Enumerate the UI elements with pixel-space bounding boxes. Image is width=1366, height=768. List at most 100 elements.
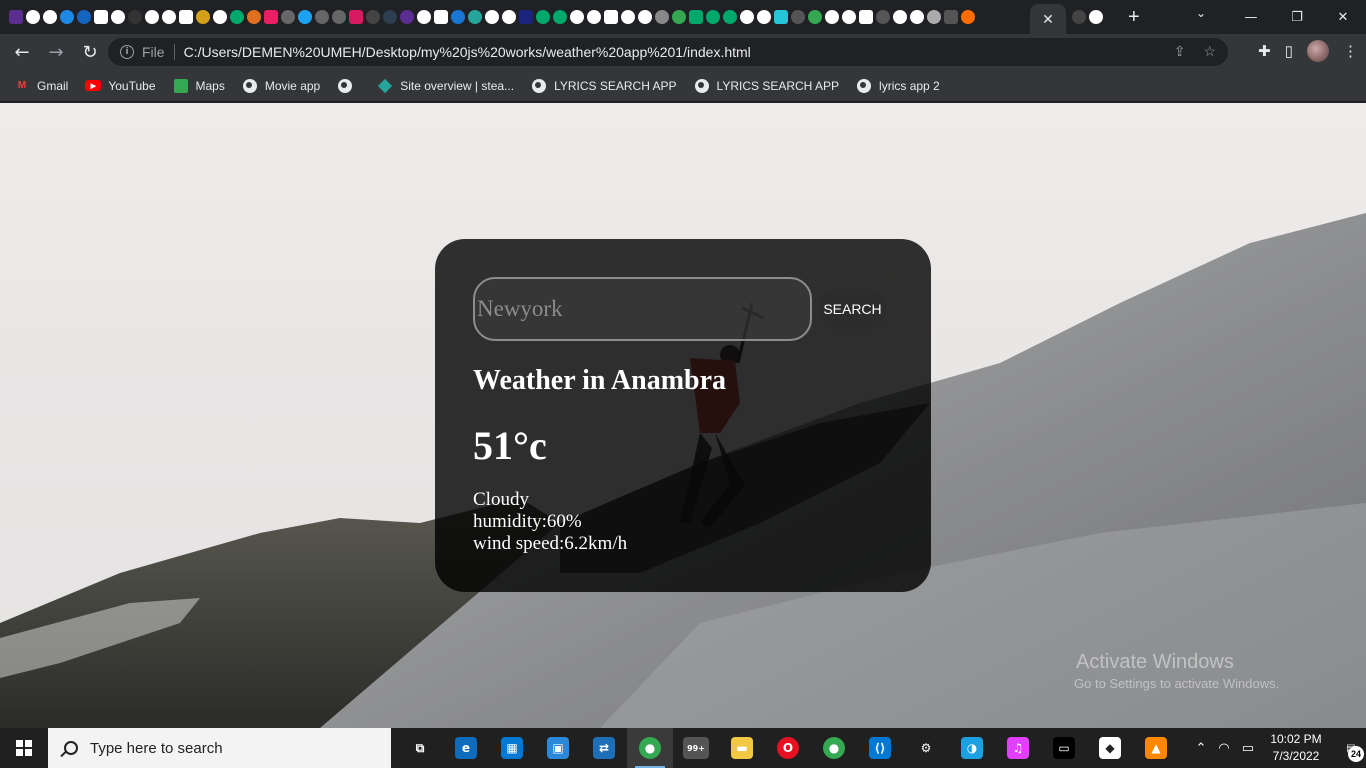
tab-favicon[interactable] (723, 10, 737, 24)
tab-favicon[interactable] (893, 10, 907, 24)
tab-favicon[interactable] (264, 10, 278, 24)
tab-favicon[interactable] (519, 10, 533, 24)
tab-favicon[interactable] (638, 10, 652, 24)
tab-favicon[interactable] (944, 10, 958, 24)
tab-favicon[interactable] (349, 10, 363, 24)
taskbar-app-edge[interactable]: e (443, 728, 489, 768)
tab-favicon[interactable] (808, 10, 822, 24)
tab-favicon[interactable] (655, 10, 669, 24)
taskbar-app-mail-badge[interactable]: 99+ (673, 728, 719, 768)
tab-favicon[interactable] (706, 10, 720, 24)
bookmark-item[interactable]: lyrics app 2 (856, 78, 940, 94)
tab-search-button[interactable]: ⌄ (1196, 6, 1206, 20)
city-search-input[interactable] (473, 277, 812, 341)
tab-favicon[interactable] (587, 10, 601, 24)
taskbar-app-store[interactable]: ▦ (489, 728, 535, 768)
tab-favicon[interactable] (162, 10, 176, 24)
tab-favicon[interactable] (434, 10, 448, 24)
tab-favicon[interactable] (485, 10, 499, 24)
tab-favicon[interactable] (451, 10, 465, 24)
tab-favicon[interactable] (604, 10, 618, 24)
tab-favicon[interactable] (672, 10, 686, 24)
tab-favicon[interactable] (77, 10, 91, 24)
tab-favicon[interactable] (26, 10, 40, 24)
wifi-icon[interactable]: ◠ (1218, 741, 1229, 756)
tab-favicon[interactable] (213, 10, 227, 24)
extensions-icon[interactable]: ✚ (1258, 42, 1271, 60)
menu-icon[interactable]: ⋮ (1343, 42, 1358, 60)
bookmark-item[interactable]: Maps (173, 78, 225, 94)
tab-favicon[interactable] (774, 10, 788, 24)
taskbar-app-chrome[interactable]: ● (627, 728, 673, 768)
taskbar-app-chrome-2[interactable]: ● (811, 728, 857, 768)
share-icon[interactable]: ⇪ (1174, 43, 1186, 60)
taskbar-app-vlc[interactable]: ▲ (1133, 728, 1179, 768)
tab-favicon[interactable] (128, 10, 142, 24)
tab-favicon[interactable] (179, 10, 193, 24)
notification-center-button[interactable]: ▤ 24 (1336, 728, 1366, 768)
tab-favicon[interactable] (111, 10, 125, 24)
tab-favicon[interactable] (825, 10, 839, 24)
clock[interactable]: 10:02 PM 7/3/2022 (1266, 731, 1326, 765)
tab-favicon[interactable] (570, 10, 584, 24)
bookmark-item[interactable]: Movie app (242, 78, 320, 94)
tab-favicon[interactable] (791, 10, 805, 24)
url-text[interactable]: C:/Users/DEMEN%20UMEH/Desktop/my%20js%20… (184, 44, 751, 60)
tab-favicon[interactable] (366, 10, 380, 24)
bookmark-item[interactable]: ▶ YouTube (85, 78, 156, 94)
active-tab[interactable]: ✕ (1030, 4, 1066, 34)
taskbar-search-box[interactable]: Type here to search (48, 728, 391, 768)
side-panel-icon[interactable]: ▯ (1285, 42, 1293, 60)
tab-favicon[interactable] (740, 10, 754, 24)
taskbar-app-settings[interactable]: ⚙ (903, 728, 949, 768)
tab-favicon[interactable] (961, 10, 975, 24)
taskbar-app-itunes[interactable]: ♫ (995, 728, 1041, 768)
tab-favicon[interactable] (757, 10, 771, 24)
tab-favicon[interactable] (689, 10, 703, 24)
tab-favicon[interactable] (60, 10, 74, 24)
site-info-icon[interactable]: i (120, 45, 134, 59)
tab-favicon[interactable] (1072, 10, 1086, 24)
start-button[interactable] (0, 728, 48, 768)
tab-favicon[interactable] (468, 10, 482, 24)
tab-favicon[interactable] (43, 10, 57, 24)
close-window-button[interactable]: ✕ (1320, 10, 1366, 25)
minimize-button[interactable]: — (1228, 10, 1274, 25)
tray-chevron-icon[interactable]: ⌃ (1195, 741, 1206, 756)
back-button[interactable]: ← (6, 36, 38, 68)
profile-avatar[interactable] (1307, 40, 1329, 62)
tab-favicon[interactable] (876, 10, 890, 24)
battery-icon[interactable]: ▭ (1242, 741, 1254, 756)
tab-favicon[interactable] (9, 10, 23, 24)
taskbar-app-remote-desktop[interactable]: ⇄ (581, 728, 627, 768)
tab-favicon[interactable] (145, 10, 159, 24)
new-tab-button[interactable]: + (1128, 7, 1140, 27)
tab-favicon[interactable] (281, 10, 295, 24)
tab-favicon[interactable] (842, 10, 856, 24)
tab-favicon[interactable] (502, 10, 516, 24)
tab-favicon[interactable] (196, 10, 210, 24)
tab-favicon[interactable] (910, 10, 924, 24)
tab-favicon[interactable] (553, 10, 567, 24)
forward-button[interactable]: → (40, 36, 72, 68)
tab-favicon[interactable] (927, 10, 941, 24)
taskbar-app-webstorm[interactable]: ◑ (949, 728, 995, 768)
bookmark-item[interactable]: LYRICS SEARCH APP (531, 78, 677, 94)
address-bar[interactable]: i File C:/Users/DEMEN%20UMEH/Desktop/my%… (108, 38, 1228, 66)
tab-favicon[interactable] (230, 10, 244, 24)
tab-favicon[interactable] (332, 10, 346, 24)
taskbar-app-terminal[interactable]: ▭ (1041, 728, 1087, 768)
tab-favicon[interactable] (417, 10, 431, 24)
maximize-button[interactable]: ❐ (1274, 10, 1320, 25)
taskbar-app-virtualbox[interactable]: ◆ (1087, 728, 1133, 768)
tab-favicon[interactable] (1089, 10, 1103, 24)
taskbar-app-opera[interactable]: O (765, 728, 811, 768)
tab-favicon[interactable] (315, 10, 329, 24)
tab-favicon[interactable] (621, 10, 635, 24)
bookmark-item[interactable]: LYRICS SEARCH APP (694, 78, 839, 94)
tab-favicon[interactable] (247, 10, 261, 24)
tab-close-icon[interactable]: ✕ (1042, 11, 1054, 28)
tab-favicon[interactable] (859, 10, 873, 24)
taskbar-app-sandbox[interactable]: ▣ (535, 728, 581, 768)
search-button[interactable]: SEARCH (819, 289, 886, 329)
